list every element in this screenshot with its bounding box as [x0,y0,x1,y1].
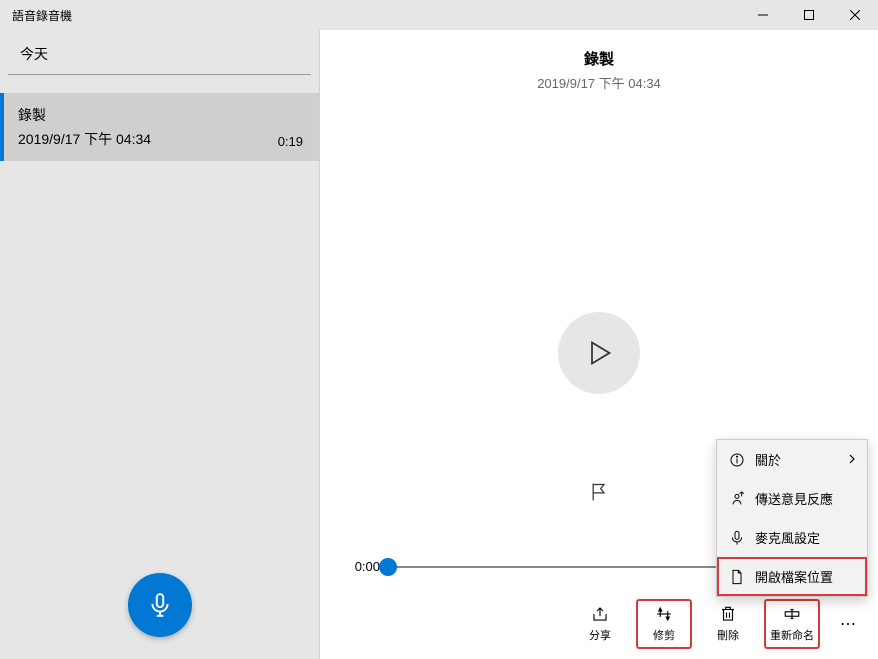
date-header: 今天 [8,30,311,75]
current-time-label: 0:00 [350,559,380,574]
menu-mic-label: 麥克風設定 [755,528,820,547]
bottom-toolbar: 分享 修剪 [572,599,868,649]
context-menu: 關於 傳送意見反應 [716,439,868,597]
flag-icon [589,482,609,502]
share-button[interactable]: 分享 [572,601,628,647]
rename-button[interactable]: 重新命名 [764,599,820,649]
more-button[interactable]: ⋯ [828,604,868,644]
trim-label: 修剪 [653,627,675,643]
feedback-icon [729,491,745,507]
share-label: 分享 [589,627,611,643]
trim-button[interactable]: 修剪 [636,599,692,649]
minimize-button[interactable] [740,0,786,30]
trash-icon [719,605,737,623]
maximize-icon [804,10,814,20]
play-button[interactable] [558,312,640,394]
recording-list-item[interactable]: 錄製 2019/9/17 下午 04:34 0:19 [0,93,319,161]
maximize-button[interactable] [786,0,832,30]
content-header: 錄製 2019/9/17 下午 04:34 [537,30,661,92]
timeline-thumb[interactable] [379,558,397,576]
menu-feedback[interactable]: 傳送意見反應 [717,479,867,518]
share-icon [591,605,609,623]
chevron-right-icon [847,452,857,467]
app-title: 語音錄音機 [12,7,72,24]
microphone-small-icon [729,530,745,546]
window-controls [740,0,878,30]
main-area: 今天 錄製 2019/9/17 下午 04:34 0:19 錄製 2019/9/… [0,30,878,659]
record-button[interactable] [128,573,192,637]
file-icon [729,569,745,585]
trim-icon [655,605,673,623]
menu-about[interactable]: 關於 [717,440,867,479]
titlebar: 語音錄音機 [0,0,878,30]
rename-icon [783,605,801,623]
content-datetime: 2019/9/17 下午 04:34 [537,73,661,92]
sidebar: 今天 錄製 2019/9/17 下午 04:34 0:19 [0,30,320,659]
content-title: 錄製 [537,48,661,69]
menu-open-location-label: 開啟檔案位置 [755,567,833,586]
recording-title: 錄製 [18,105,151,125]
microphone-icon [147,592,173,618]
recording-info: 錄製 2019/9/17 下午 04:34 [18,105,151,149]
marker-button[interactable] [579,472,619,512]
close-button[interactable] [832,0,878,30]
rename-label: 重新命名 [770,627,814,643]
play-icon [585,339,613,367]
menu-feedback-label: 傳送意見反應 [755,489,833,508]
menu-mic-settings[interactable]: 麥克風設定 [717,518,867,557]
menu-about-label: 關於 [755,450,781,469]
ellipsis-icon: ⋯ [840,614,856,634]
info-icon [729,452,745,468]
delete-button[interactable]: 刪除 [700,601,756,647]
menu-open-file-location[interactable]: 開啟檔案位置 [717,557,867,596]
content-panel: 錄製 2019/9/17 下午 04:34 0:00 [320,30,878,659]
close-icon [850,10,860,20]
delete-label: 刪除 [717,627,739,643]
minimize-icon [758,10,768,20]
recording-duration: 0:19 [278,134,303,149]
recording-datetime: 2019/9/17 下午 04:34 [18,129,151,149]
